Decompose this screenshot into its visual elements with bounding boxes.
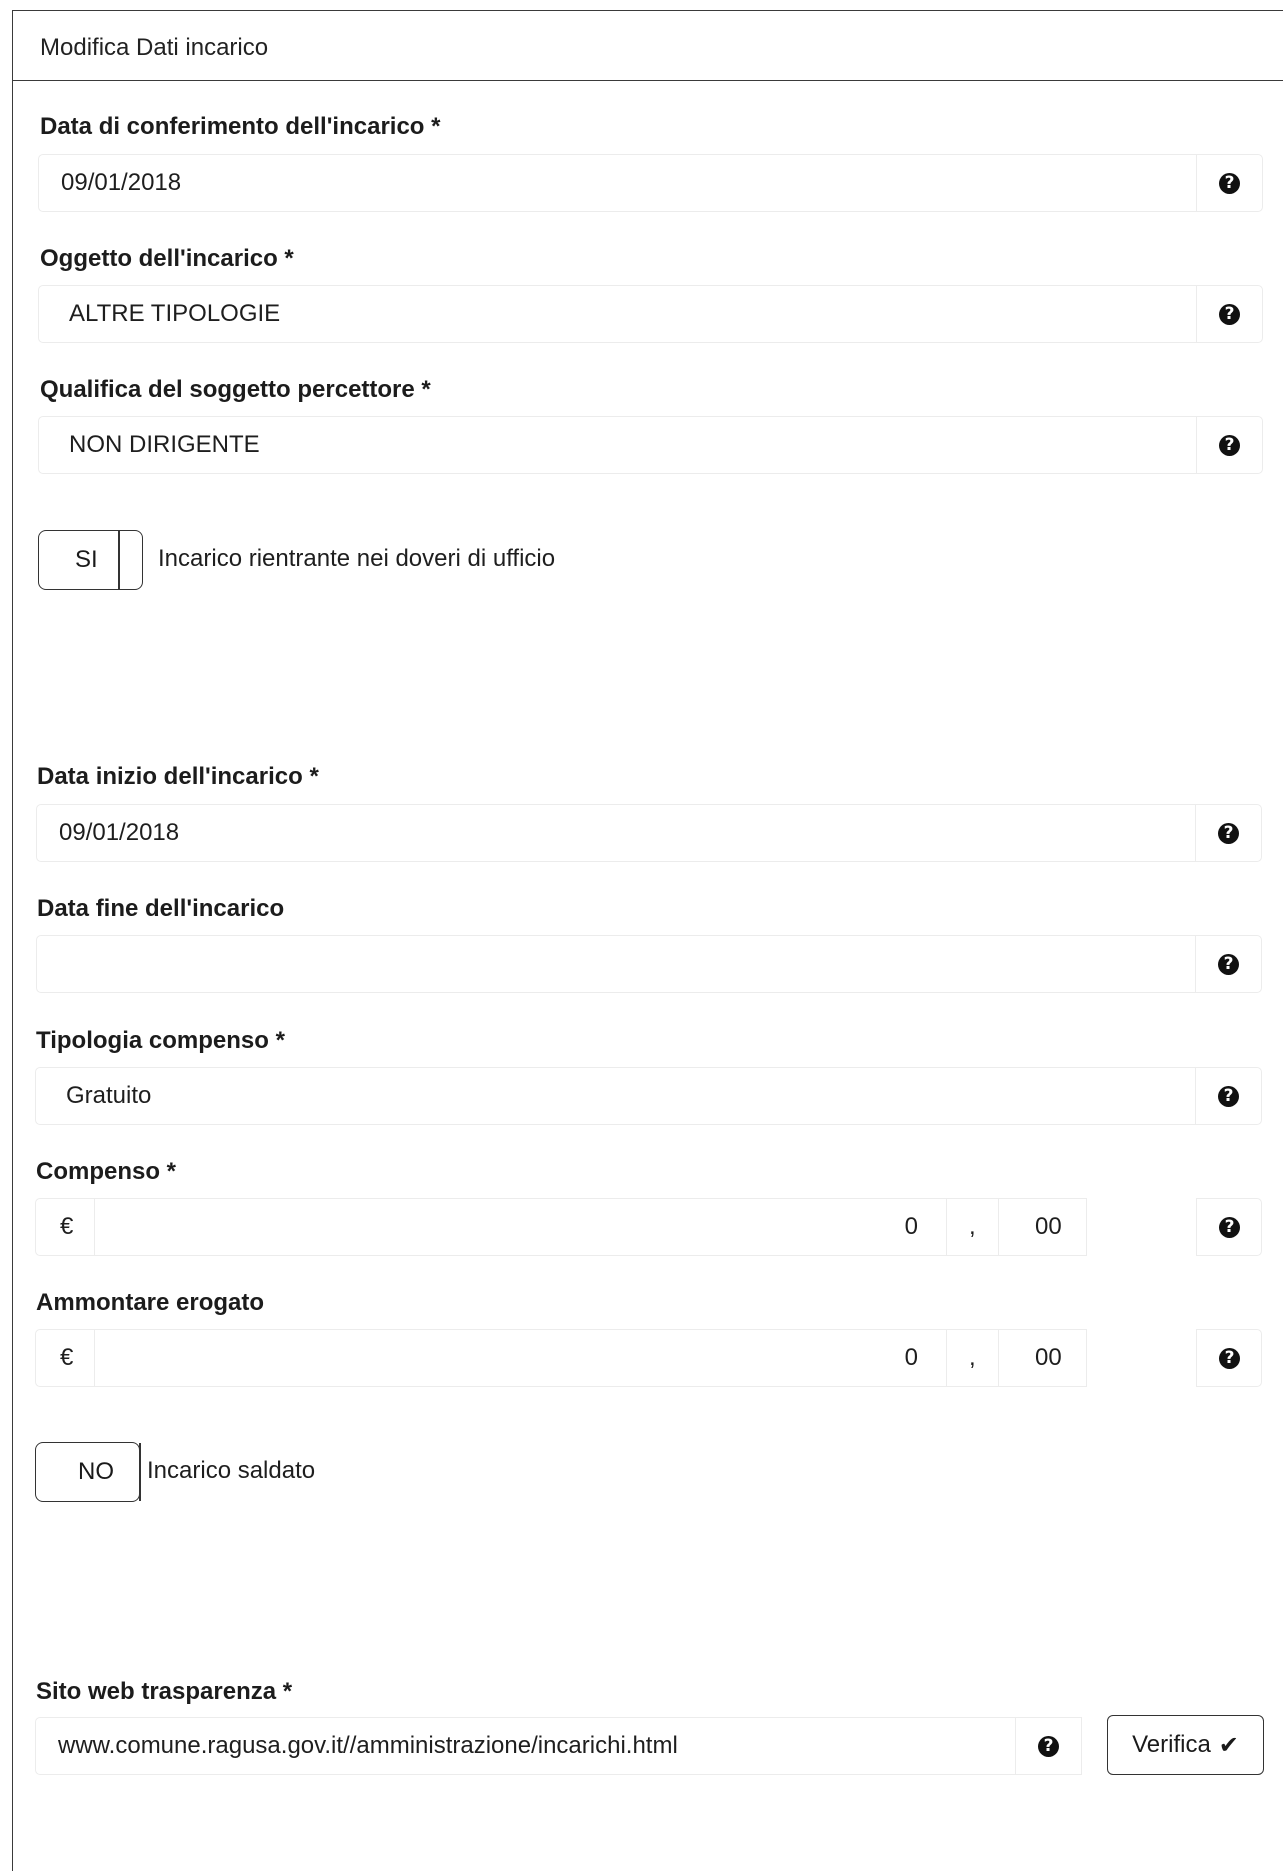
toggle-divider [139, 1443, 141, 1501]
label-compenso: Compenso * [36, 1158, 177, 1185]
data-conferimento-value: 09/01/2018 [61, 169, 182, 196]
question-circle-icon: ? [1219, 1348, 1240, 1369]
toggle-divider [118, 531, 120, 589]
sito-web-help[interactable]: ? [1015, 1718, 1081, 1774]
check-icon: ✔ [1218, 1731, 1239, 1759]
qualifica-value: NON DIRIGENTE [69, 431, 260, 458]
ammontare-integer-input[interactable]: 0 [94, 1329, 947, 1387]
compenso-input-group: € 0 , 00 ? [35, 1198, 1262, 1256]
oggetto-value: ALTRE TIPOLOGIE [69, 300, 281, 327]
tipologia-compenso-select[interactable]: Gratuito ? [35, 1067, 1262, 1125]
data-fine-help[interactable]: ? [1195, 936, 1261, 992]
label-data-conferimento: Data di conferimento dell'incarico * [40, 113, 441, 140]
ammontare-currency-addon: € [35, 1329, 95, 1387]
verifica-button-label: Verifica [1132, 1731, 1211, 1758]
ammontare-decimal-input[interactable]: 00 [998, 1329, 1087, 1387]
compenso-help[interactable]: ? [1196, 1198, 1262, 1256]
tipologia-compenso-help[interactable]: ? [1195, 1068, 1261, 1124]
verifica-button[interactable]: Verifica ✔ [1107, 1715, 1264, 1775]
oggetto-help[interactable]: ? [1196, 286, 1262, 342]
label-ammontare-erogato: Ammontare erogato [36, 1289, 265, 1316]
data-inizio-input[interactable]: 09/01/2018 ? [36, 804, 1262, 862]
doveri-ufficio-toggle[interactable]: SI [38, 530, 143, 590]
label-qualifica: Qualifica del soggetto percettore * [40, 376, 431, 403]
data-fine-input[interactable]: ? [36, 935, 1262, 993]
ammontare-integer-value: 0 [904, 1344, 918, 1371]
qualifica-help[interactable]: ? [1196, 417, 1262, 473]
sito-web-input[interactable]: www.comune.ragusa.gov.it//amministrazion… [35, 1717, 1082, 1775]
panel-title: Modifica Dati incarico [40, 34, 269, 61]
label-data-inizio: Data inizio dell'incarico * [37, 763, 319, 790]
question-circle-icon: ? [1219, 1217, 1240, 1238]
qualifica-select[interactable]: NON DIRIGENTE ? [38, 416, 1263, 474]
decimal-separator: , [969, 1344, 976, 1371]
doveri-ufficio-label: Incarico rientrante nei doveri di uffici… [158, 545, 556, 572]
euro-sign: € [60, 1213, 74, 1240]
compenso-currency-addon: € [35, 1198, 95, 1256]
ammontare-input-group: € 0 , 00 ? [35, 1329, 1262, 1387]
sito-web-value: www.comune.ragusa.gov.it//amministrazion… [58, 1732, 678, 1759]
ammontare-separator: , [946, 1329, 999, 1387]
saldato-toggle[interactable]: NO [35, 1442, 141, 1502]
panel-header: Modifica Dati incarico [12, 10, 1283, 81]
ammontare-decimal-value: 00 [1035, 1344, 1062, 1371]
label-oggetto: Oggetto dell'incarico * [40, 245, 294, 272]
label-tipologia-compenso: Tipologia compenso * [36, 1027, 285, 1054]
data-conferimento-input[interactable]: 09/01/2018 ? [38, 154, 1263, 212]
saldato-toggle-value: NO [78, 1458, 114, 1485]
label-sito-web: Sito web trasparenza * [36, 1678, 293, 1705]
question-circle-icon: ? [1219, 303, 1240, 325]
question-circle-icon: ? [1038, 1735, 1059, 1757]
question-circle-icon: ? [1218, 1085, 1239, 1107]
compenso-separator: , [946, 1198, 999, 1256]
doveri-ufficio-toggle-value: SI [75, 546, 98, 573]
data-conferimento-help[interactable]: ? [1196, 155, 1262, 211]
decimal-separator: , [969, 1213, 976, 1240]
compenso-decimal-input[interactable]: 00 [998, 1198, 1087, 1256]
saldato-label: Incarico saldato [147, 1457, 316, 1484]
data-inizio-value: 09/01/2018 [59, 819, 180, 846]
question-circle-icon: ? [1218, 953, 1239, 975]
euro-sign: € [60, 1344, 74, 1371]
oggetto-select[interactable]: ALTRE TIPOLOGIE ? [38, 285, 1263, 343]
label-data-fine: Data fine dell'incarico [37, 895, 285, 922]
compenso-decimal-value: 00 [1035, 1213, 1062, 1240]
compenso-integer-value: 0 [904, 1213, 918, 1240]
question-circle-icon: ? [1219, 434, 1240, 456]
data-inizio-help[interactable]: ? [1195, 805, 1261, 861]
question-circle-icon: ? [1218, 822, 1239, 844]
tipologia-compenso-value: Gratuito [66, 1082, 152, 1109]
question-circle-icon: ? [1219, 172, 1240, 194]
ammontare-help[interactable]: ? [1196, 1329, 1262, 1387]
compenso-integer-input[interactable]: 0 [94, 1198, 947, 1256]
